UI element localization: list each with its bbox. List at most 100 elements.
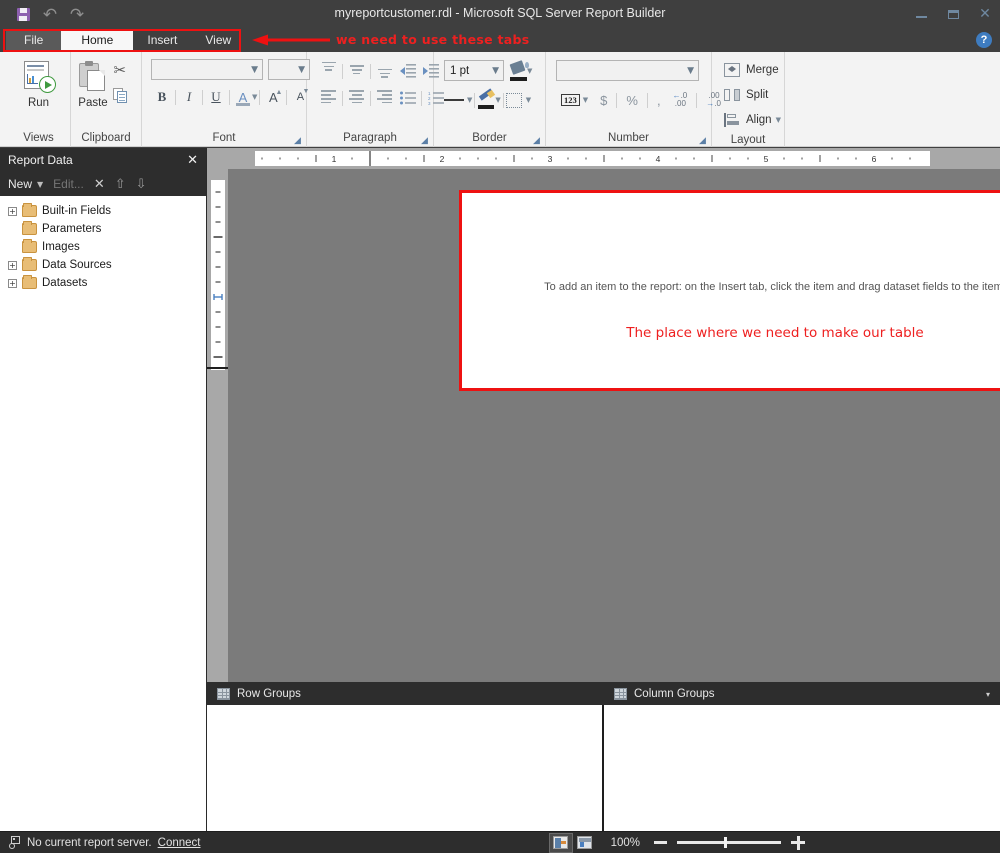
tab-insert[interactable]: Insert	[133, 29, 191, 51]
chevron-down-icon[interactable]: ▼	[776, 116, 781, 124]
redo-icon[interactable]: ↷	[68, 5, 86, 23]
close-icon[interactable]: ✕	[187, 153, 198, 168]
paste-button[interactable]: Paste	[78, 57, 108, 109]
tab-file[interactable]: File	[6, 29, 62, 51]
align-center-button[interactable]	[345, 87, 368, 109]
run-button[interactable]: Run	[14, 57, 63, 109]
groups-pane-header: Row Groups Column Groups ▾	[207, 682, 1000, 705]
svg-text:4: 4	[656, 154, 661, 164]
split-button[interactable]: Split	[720, 82, 768, 107]
chevron-down-icon: ▼	[687, 65, 694, 76]
decrease-decimals-button[interactable]: ←.0 .00	[668, 89, 693, 111]
column-groups-list[interactable]	[604, 705, 1000, 831]
connect-link[interactable]: Connect	[158, 837, 201, 849]
chevron-down-icon[interactable]: ▼	[526, 96, 531, 104]
expand-placeholder	[8, 243, 17, 252]
ribbon: Run Views Paste ✂ Clipboard ▼ ▼ B I U A …	[0, 52, 1000, 147]
status-server-text: No current report server.	[27, 836, 152, 849]
align-middle-button[interactable]	[345, 60, 368, 82]
tree-item-parameters[interactable]: Parameters	[0, 220, 206, 238]
ribbon-group-paragraph-label: Paragraph ◢	[307, 130, 433, 147]
save-icon[interactable]	[14, 5, 32, 23]
align-right-button[interactable]	[373, 87, 396, 109]
print-layout-button[interactable]	[573, 833, 597, 853]
report-canvas[interactable]: To add an item to the report: on the Ins…	[228, 169, 1000, 682]
svg-text:6: 6	[872, 154, 877, 164]
delete-icon[interactable]: ✕	[94, 177, 105, 192]
comma-button[interactable]: ,	[652, 89, 666, 111]
font-family-combo[interactable]: ▼	[151, 59, 263, 80]
maximize-icon[interactable]	[944, 6, 962, 22]
align-bottom-button[interactable]	[373, 60, 396, 82]
percent-button[interactable]: %	[621, 89, 643, 111]
tab-view[interactable]: View	[191, 29, 245, 51]
tree-item-datasets[interactable]: + Datasets	[0, 274, 206, 292]
tree-item-built-in-fields[interactable]: + Built-in Fields	[0, 202, 206, 220]
column-groups-header[interactable]: Column Groups	[604, 687, 715, 700]
window-title: myreportcustomer.rdl - Microsoft SQL Ser…	[334, 6, 666, 20]
zoom-out-icon[interactable]	[654, 841, 667, 844]
font-color-button[interactable]: A	[232, 86, 254, 108]
chevron-down-icon[interactable]: ▼	[467, 96, 472, 104]
expand-icon[interactable]: +	[8, 278, 17, 288]
zoom-slider[interactable]	[654, 835, 805, 850]
help-icon[interactable]: ?	[976, 32, 992, 48]
vertical-ruler[interactable]	[207, 169, 228, 682]
ribbon-group-number-text: Number	[608, 132, 649, 144]
tab-home[interactable]: Home	[61, 29, 134, 51]
tree-item-data-sources[interactable]: + Data Sources	[0, 256, 206, 274]
italic-button[interactable]: I	[178, 86, 200, 108]
number-dialog-launcher-icon[interactable]: ◢	[698, 136, 707, 145]
row-groups-list[interactable]	[207, 705, 604, 831]
move-up-icon[interactable]: ⇧	[115, 177, 126, 192]
decrease-indent-button[interactable]	[396, 60, 419, 82]
undo-icon[interactable]: ↶	[41, 5, 59, 23]
close-icon[interactable]: ✕	[976, 6, 994, 22]
move-down-icon[interactable]: ⇩	[136, 177, 147, 192]
horizontal-ruler[interactable]: 1 2 3 4 5 6	[207, 148, 1000, 169]
increase-font-size-button[interactable]: A ▲	[262, 86, 284, 108]
border-dialog-launcher-icon[interactable]: ◢	[532, 136, 541, 145]
zoom-slider-track[interactable]	[677, 837, 781, 848]
minimize-icon[interactable]	[912, 6, 930, 22]
bullets-button[interactable]	[396, 87, 419, 109]
align-objects-icon	[724, 112, 740, 127]
line-style-icon[interactable]	[444, 99, 464, 101]
paint-bucket-icon[interactable]	[509, 59, 529, 81]
copy-button[interactable]	[108, 83, 134, 108]
cut-button[interactable]: ✂	[108, 58, 134, 83]
zoom-slider-thumb[interactable]	[724, 837, 727, 848]
new-button[interactable]: New ▼	[8, 177, 43, 191]
divider	[370, 63, 371, 79]
row-groups-header[interactable]: Row Groups	[207, 687, 604, 700]
align-button[interactable]: Align ▼	[720, 107, 781, 132]
pencil-icon[interactable]	[477, 88, 497, 110]
expand-icon[interactable]: +	[8, 206, 17, 216]
bold-button[interactable]: B	[151, 86, 173, 108]
divider	[696, 92, 698, 108]
paragraph-dialog-launcher-icon[interactable]: ◢	[420, 136, 429, 145]
underline-button[interactable]: U	[205, 86, 227, 108]
chevron-down-icon: ▼	[298, 64, 305, 75]
report-body[interactable]: To add an item to the report: on the Ins…	[459, 190, 1000, 391]
font-dialog-launcher-icon[interactable]: ◢	[293, 136, 302, 145]
tree-item-images[interactable]: Images	[0, 238, 206, 256]
chevron-down-icon: ▼	[37, 179, 44, 189]
expand-icon[interactable]: +	[8, 260, 17, 270]
font-size-combo[interactable]: ▼	[268, 59, 310, 80]
zoom-in-icon[interactable]	[791, 835, 805, 850]
design-view-button[interactable]	[548, 832, 573, 853]
chevron-down-icon[interactable]: ▾	[986, 690, 990, 699]
run-report-icon	[22, 61, 56, 93]
edit-button[interactable]: Edit...	[53, 177, 84, 191]
border-width-combo[interactable]: 1 pt ▼	[444, 60, 504, 81]
number-format-button[interactable]: 123 ▼	[556, 89, 593, 111]
currency-button[interactable]: $	[595, 89, 612, 111]
report-data-toolbar: New ▼ Edit... ✕ ⇧ ⇩	[0, 172, 206, 196]
status-server-info: No current report server. Connect	[0, 836, 200, 849]
number-format-combo[interactable]: ▼	[556, 60, 699, 81]
align-top-button[interactable]	[317, 60, 340, 82]
align-left-button[interactable]	[317, 87, 340, 109]
border-box-icon[interactable]	[505, 92, 522, 108]
merge-button[interactable]: Merge	[720, 57, 779, 82]
